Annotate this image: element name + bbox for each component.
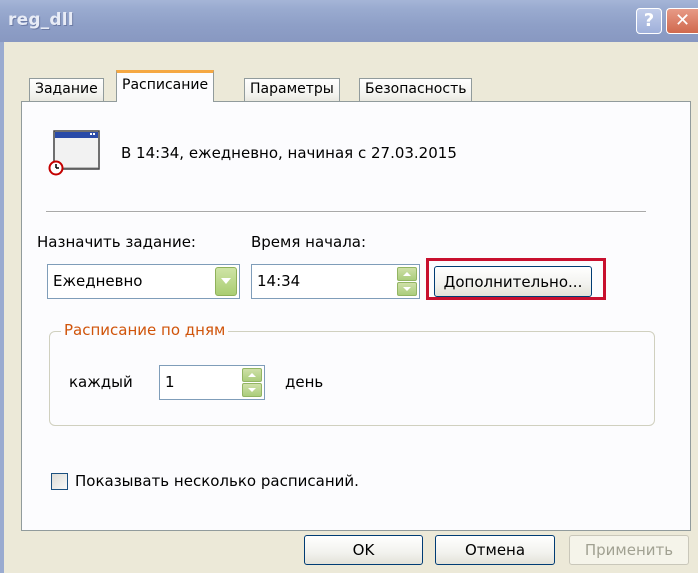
window-title: reg_dll	[8, 10, 74, 30]
divider	[46, 211, 646, 213]
spinner-up-icon[interactable]	[397, 267, 417, 281]
chevron-down-icon[interactable]	[215, 267, 237, 296]
ok-button[interactable]: OK	[304, 535, 423, 565]
tab-label: Расписание	[122, 77, 209, 93]
spinner-up-icon[interactable]	[242, 368, 262, 382]
spinner-down-icon[interactable]	[397, 282, 417, 296]
tab-label: Безопасность	[365, 81, 467, 97]
apply-button[interactable]: Применить	[569, 535, 689, 565]
every-days-spinner[interactable]	[242, 368, 262, 397]
window-frame	[0, 42, 4, 573]
show-multiple-label[interactable]: Показывать несколько расписаний.	[75, 472, 359, 490]
start-time-spinner[interactable]	[397, 267, 417, 296]
cancel-button[interactable]: Отмена	[435, 535, 555, 565]
daily-schedule-group: Расписание по дням каждый 1 день	[49, 321, 655, 426]
title-bar[interactable]: reg_dll ? ✕	[0, 0, 698, 42]
schedule-type-dropdown[interactable]: Ежедневно	[47, 264, 240, 299]
tab-schedule[interactable]: Расписание	[116, 70, 215, 102]
tab-label: Параметры	[250, 81, 334, 97]
day-unit-label: день	[285, 373, 324, 391]
start-time-input[interactable]: 14:34	[251, 264, 420, 299]
tab-settings[interactable]: Параметры	[244, 78, 340, 101]
tab-task[interactable]: Задание	[29, 78, 104, 101]
group-legend: Расписание по дням	[61, 321, 229, 339]
tab-label: Задание	[35, 81, 98, 97]
schedule-type-value: Ежедневно	[53, 272, 143, 290]
cancel-button-label: Отмена	[464, 541, 526, 559]
assign-task-label: Назначить задание:	[37, 233, 196, 251]
spinner-down-icon[interactable]	[242, 383, 262, 397]
start-time-value: 14:34	[257, 272, 301, 290]
advanced-button-highlight	[426, 258, 606, 300]
every-label: каждый	[69, 373, 133, 391]
close-icon: ✕	[674, 10, 691, 31]
scheduled-task-icon	[48, 130, 100, 176]
every-days-value: 1	[165, 373, 175, 391]
tab-security[interactable]: Безопасность	[359, 78, 473, 101]
close-button[interactable]: ✕	[666, 8, 698, 34]
task-properties-window: reg_dll ? ✕ Задание Расписание Параметры…	[0, 0, 698, 573]
start-time-label: Время начала:	[251, 233, 367, 251]
schedule-summary: В 14:34, ежедневно, начиная с 27.03.2015	[121, 144, 457, 162]
help-button[interactable]: ?	[636, 8, 662, 34]
apply-button-label: Применить	[584, 541, 674, 559]
help-icon: ?	[643, 10, 655, 31]
ok-button-label: OK	[352, 541, 375, 559]
show-multiple-checkbox[interactable]	[51, 473, 68, 490]
schedule-panel: В 14:34, ежедневно, начиная с 27.03.2015…	[21, 101, 691, 531]
every-days-input[interactable]: 1	[159, 365, 265, 400]
